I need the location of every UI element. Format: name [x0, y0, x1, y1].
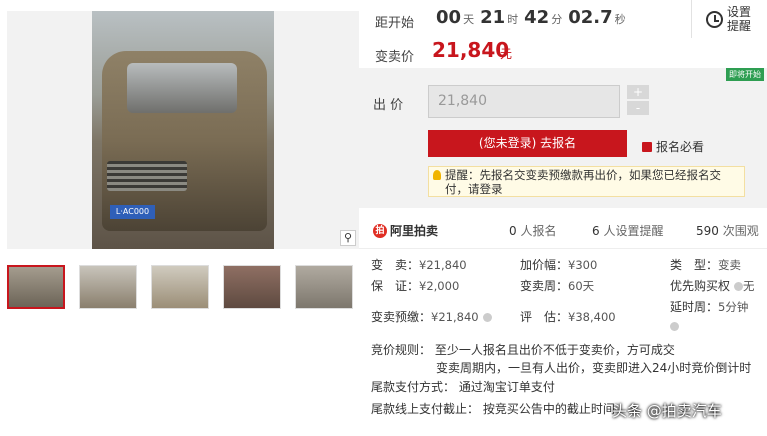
ali-auction-icon: 拍: [373, 223, 387, 238]
price-unit: 元: [500, 47, 513, 61]
main-car-photo[interactable]: L·AC000 ⚲: [7, 11, 359, 249]
price-value: 21,840: [432, 38, 510, 62]
bid-panel: 即将开始 出 价 21,840 + - (您未登录) 去报名 报名必看 提醒：先…: [359, 68, 767, 208]
detail-delay: 延时周：5分钟: [670, 298, 748, 315]
delay-value: 5分钟: [718, 300, 749, 314]
platform-name: 阿里拍卖: [390, 224, 439, 238]
bid-decrease-button[interactable]: -: [627, 101, 649, 115]
prepay-help-icon[interactable]: [482, 313, 492, 322]
countdown-hours: 21: [480, 7, 506, 28]
prepay-value: ¥21,840: [431, 310, 479, 324]
license-plate: L·AC000: [110, 205, 155, 219]
car-grille-image: [107, 161, 187, 191]
increment-value: ¥300: [568, 258, 598, 272]
sale-price-label: 变 卖：: [371, 258, 420, 272]
tip-text: 提醒：先报名交变卖预缴款再出价，如果您已经报名交付，请登录: [445, 168, 721, 196]
signups-stat: 0 人报名: [509, 222, 556, 239]
countdown-days-unit: 天: [463, 13, 475, 26]
auction-stats-bar: 拍 阿里拍卖 0 人报名 6 人设置提醒 590 次围观: [359, 211, 767, 249]
sale-price-value: ¥21,840: [419, 258, 467, 272]
coming-soon-badge: 即将开始: [726, 68, 764, 81]
bid-increase-button[interactable]: +: [627, 85, 649, 99]
appraisal-value: ¥38,400: [568, 310, 616, 324]
countdown-minutes-unit: 分: [551, 13, 563, 26]
countdown-seconds-unit: 秒: [614, 13, 626, 26]
priority-help-icon[interactable]: [734, 282, 744, 291]
deposit-label: 保 证：: [371, 279, 420, 293]
lightbulb-icon: [433, 170, 441, 180]
detail-type: 类 型：变卖: [670, 256, 741, 273]
type-label: 类 型：: [670, 258, 719, 272]
thumbnail-1[interactable]: [7, 265, 65, 309]
bidding-rule-detail: 变卖周期内，一旦有人出价，变卖即进入24小时竞价倒计时: [436, 361, 752, 375]
thumbnail-strip: [7, 265, 359, 311]
price-label: 变卖价: [375, 50, 415, 65]
detail-period: 变卖周：60天: [520, 277, 594, 294]
thumbnail-3[interactable]: [151, 265, 209, 309]
detail-prepay: 变卖预缴：¥21,840: [371, 308, 492, 325]
countdown-days: 00: [436, 7, 462, 28]
views-stat: 590 次围观: [696, 222, 759, 239]
countdown-seconds: 02.7: [568, 7, 613, 28]
clock-icon: [706, 10, 723, 28]
bidding-rule: 竞价规则： 至少一人报名且出价不低于变卖价，方可成交: [371, 343, 675, 357]
thumbnail-2[interactable]: [79, 265, 137, 309]
register-button[interactable]: (您未登录) 去报名: [428, 130, 627, 157]
detail-deposit: 保 证：¥2,000: [371, 277, 459, 294]
book-icon: [642, 141, 652, 152]
payment-deadline: 尾款线上支付截止： 按竞买公告中的截止时间: [371, 402, 615, 416]
deposit-value: ¥2,000: [419, 279, 460, 293]
bid-amount-input[interactable]: 21,840: [428, 85, 620, 118]
login-reminder-tip: 提醒：先报名交变卖预缴款再出价，如果您已经报名交付，请登录: [428, 166, 745, 197]
type-value: 变卖: [718, 258, 742, 272]
priority-label: 优先购买权: [670, 279, 731, 293]
thumbnail-5[interactable]: [295, 265, 353, 309]
registration-guide-link[interactable]: 报名必看: [642, 138, 704, 155]
views-label: 次围观: [722, 224, 759, 238]
countdown-minutes: 42: [524, 7, 550, 28]
appraisal-label: 评 估：: [520, 310, 569, 324]
countdown-timer: 00 天 21 时 42 分 02.7 秒: [436, 7, 630, 28]
prepay-label: 变卖预缴：: [371, 310, 432, 324]
increment-label: 加价幅：: [520, 258, 569, 272]
zoom-icon[interactable]: ⚲: [340, 230, 356, 246]
reminders-stat: 6 人设置提醒: [592, 222, 663, 239]
countdown-label: 距开始: [375, 16, 415, 31]
period-value: 60天: [568, 279, 595, 293]
thumbnail-4[interactable]: [223, 265, 281, 309]
bid-label: 出 价: [373, 98, 404, 113]
period-label: 变卖周：: [520, 279, 569, 293]
detail-priority: 优先购买权无: [670, 277, 755, 294]
detail-increment: 加价幅：¥300: [520, 256, 597, 273]
set-reminder-label: 设置提醒: [727, 5, 752, 33]
delay-help-icon[interactable]: [670, 322, 679, 331]
car-windshield-image: [127, 63, 237, 113]
reminders-label: 人设置提醒: [603, 224, 664, 238]
delay-label: 延时周：: [670, 300, 719, 314]
countdown-hours-unit: 时: [507, 13, 519, 26]
detail-appraisal: 评 估：¥38,400: [520, 308, 616, 325]
detail-sale-price: 变 卖：¥21,840: [371, 256, 467, 273]
views-count: 590: [696, 224, 719, 238]
payment-method: 尾款支付方式： 通过淘宝订单支付: [371, 380, 555, 394]
signups-label: 人报名: [520, 224, 557, 238]
platform-logo: 拍 阿里拍卖: [373, 222, 438, 239]
reminders-count: 6: [592, 224, 600, 238]
priority-value: 无: [743, 279, 755, 293]
registration-guide-label: 报名必看: [656, 140, 705, 154]
set-reminder-button[interactable]: 设置提醒: [691, 0, 767, 38]
watermark: 头条 @拍卖汽车: [612, 402, 722, 420]
signups-count: 0: [509, 224, 517, 238]
